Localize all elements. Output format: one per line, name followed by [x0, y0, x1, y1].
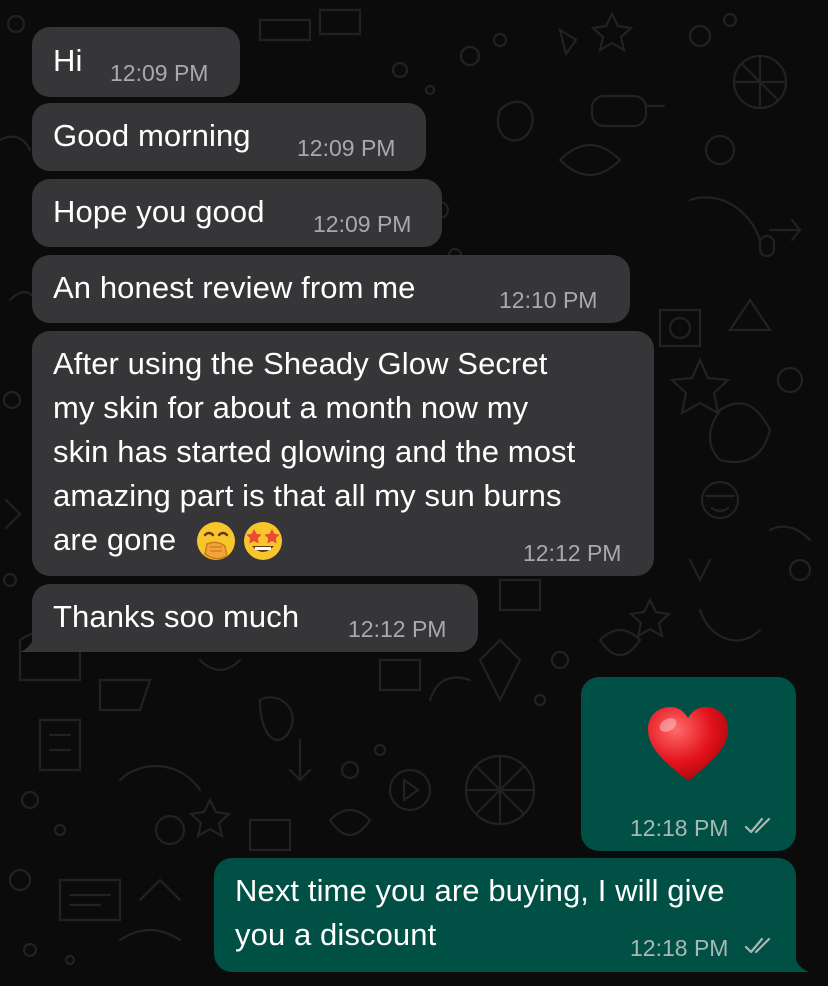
message-bubble-incoming[interactable]: Thanks soo much 12:12 PM [32, 584, 478, 652]
message-bubble-incoming[interactable]: Hi 12:09 PM [32, 27, 240, 97]
red-heart-emoji [648, 707, 728, 781]
read-receipt-icon [744, 817, 771, 834]
message-text: Thanks soo much [53, 599, 300, 634]
message-bubble-incoming[interactable]: Good morning 12:09 PM [32, 103, 426, 171]
message-bubble-incoming[interactable]: After using the Sheady Glow Secret my sk… [32, 331, 654, 576]
message-line: are gone [53, 522, 177, 557]
message-timestamp: 12:12 PM [523, 540, 622, 566]
message-bubble-incoming[interactable]: Hope you good 12:09 PM [32, 179, 442, 247]
message-bubble-incoming[interactable]: An honest review from me 12:10 PM [32, 255, 630, 323]
message-timestamp: 12:18 PM [630, 815, 729, 841]
message-timestamp: 12:18 PM [630, 935, 729, 961]
message-text: Good morning [53, 118, 251, 153]
message-timestamp: 12:09 PM [313, 211, 412, 237]
message-bubble-outgoing[interactable]: 12:18 PM [581, 677, 796, 851]
message-timestamp: 12:12 PM [348, 616, 447, 642]
message-timestamp: 12:09 PM [110, 60, 209, 86]
hand-over-mouth-emoji [197, 522, 235, 560]
star-struck-emoji [244, 522, 282, 560]
message-line: skin has started glowing and the most [53, 434, 576, 469]
message-timestamp: 12:10 PM [499, 287, 598, 313]
message-line: Next time you are buying, I will give [235, 873, 725, 908]
message-timestamp: 12:09 PM [297, 135, 396, 161]
message-line: my skin for about a month now my [53, 390, 529, 425]
message-line: you a discount [235, 917, 437, 952]
message-bubble-outgoing[interactable]: Next time you are buying, I will give yo… [214, 858, 796, 972]
message-line: amazing part is that all my sun burns [53, 478, 562, 513]
message-text: Hope you good [53, 194, 265, 229]
message-text: Hi [53, 43, 83, 78]
message-line: After using the Sheady Glow Secret [53, 346, 548, 381]
message-text: An honest review from me [53, 270, 416, 305]
read-receipt-icon [744, 937, 771, 954]
